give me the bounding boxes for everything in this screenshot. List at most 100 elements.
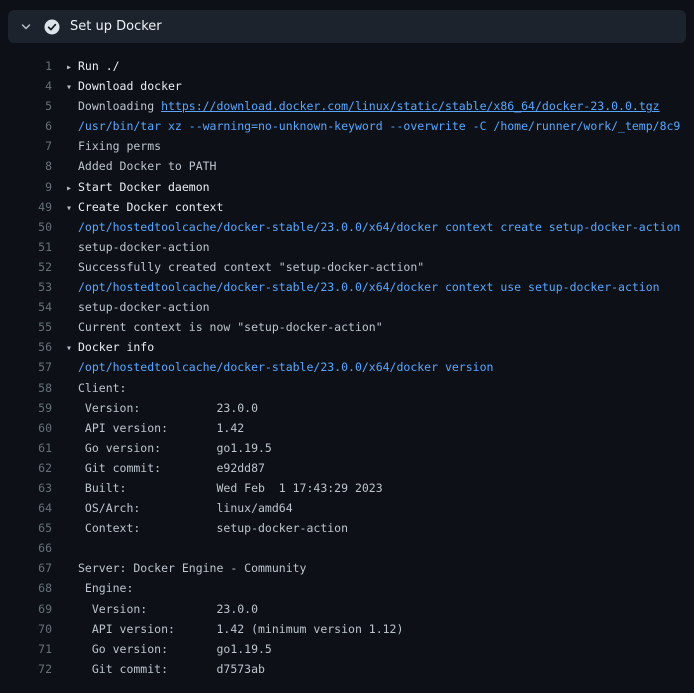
log-row: 68 Engine: bbox=[0, 578, 694, 598]
log-group: ▾Download docker bbox=[66, 76, 182, 96]
log-row[interactable]: 56 ▾Docker info bbox=[0, 337, 694, 357]
log-text: OS/Arch: linux/amd64 bbox=[66, 498, 293, 518]
log-text: Added Docker to PATH bbox=[66, 156, 216, 176]
log-row: 57/opt/hostedtoolcache/docker-stable/23.… bbox=[0, 357, 694, 377]
log-text: setup-docker-action bbox=[66, 237, 210, 257]
line-number[interactable]: 52 bbox=[0, 257, 52, 277]
log-row: 69 Version: 23.0.0 bbox=[0, 599, 694, 619]
line-number[interactable]: 54 bbox=[0, 297, 52, 317]
step-header[interactable]: Set up Docker bbox=[8, 10, 686, 43]
log-group-title: Download docker bbox=[78, 79, 182, 93]
log-row[interactable]: 4 ▾Download docker bbox=[0, 76, 694, 96]
line-number[interactable]: 4 bbox=[0, 76, 52, 96]
line-number[interactable]: 67 bbox=[0, 558, 52, 578]
log-command-text: /usr/bin/tar xz --warning=no-unknown-key… bbox=[66, 116, 680, 136]
log-row: 5 Downloading https://download.docker.com… bbox=[0, 96, 694, 116]
line-number[interactable]: 71 bbox=[0, 639, 52, 659]
check-circle-icon bbox=[44, 19, 60, 35]
log-text: Version: 23.0.0 bbox=[66, 599, 258, 619]
log-text: Go version: go1.19.5 bbox=[66, 438, 272, 458]
log-text: Current context is now "setup-docker-act… bbox=[66, 317, 383, 337]
log-command-text: /opt/hostedtoolcache/docker-stable/23.0.… bbox=[66, 357, 493, 377]
line-number[interactable]: 58 bbox=[0, 378, 52, 398]
log-text: Go version: go1.19.5 bbox=[66, 639, 272, 659]
log-url-link[interactable]: https://download.docker.com/linux/static… bbox=[161, 99, 660, 113]
line-number[interactable]: 51 bbox=[0, 237, 52, 257]
line-number[interactable]: 59 bbox=[0, 398, 52, 418]
log-group: ▾Create Docker context bbox=[66, 197, 223, 217]
log-row[interactable]: 1▸Run ./ bbox=[0, 56, 694, 76]
log-text: Downloading bbox=[78, 99, 161, 113]
line-number[interactable]: 9 bbox=[0, 177, 52, 197]
line-number[interactable]: 68 bbox=[0, 578, 52, 598]
line-number[interactable]: 8 bbox=[0, 156, 52, 176]
log-text: Built: Wed Feb 1 17:43:29 2023 bbox=[66, 478, 383, 498]
log-row: 54 setup-docker-action bbox=[0, 297, 694, 317]
line-number[interactable]: 53 bbox=[0, 277, 52, 297]
log-text: Version: 23.0.0 bbox=[66, 398, 258, 418]
log-text: Fixing perms bbox=[66, 136, 161, 156]
step-title: Set up Docker bbox=[70, 19, 162, 34]
line-number[interactable]: 64 bbox=[0, 498, 52, 518]
log-text: API version: 1.42 bbox=[66, 418, 244, 438]
line-number[interactable]: 56 bbox=[0, 337, 52, 357]
log-text: API version: 1.42 (minimum version 1.12) bbox=[66, 619, 403, 639]
log-text: setup-docker-action bbox=[66, 297, 210, 317]
log-text: Client: bbox=[66, 378, 126, 398]
log-group-title: Docker info bbox=[78, 340, 154, 354]
line-number[interactable]: 1 bbox=[0, 56, 52, 76]
line-number[interactable]: 7 bbox=[0, 136, 52, 156]
log-group: ▸Start Docker daemon bbox=[66, 177, 210, 197]
log-group-title: Create Docker context bbox=[78, 200, 223, 214]
line-number[interactable]: 50 bbox=[0, 217, 52, 237]
chevron-right-icon: ▸ bbox=[66, 179, 78, 197]
line-number[interactable]: 62 bbox=[0, 458, 52, 478]
line-number[interactable]: 69 bbox=[0, 599, 52, 619]
log-row: 55 Current context is now "setup-docker-a… bbox=[0, 317, 694, 337]
log-group: ▾Docker info bbox=[66, 337, 154, 357]
line-number[interactable]: 49 bbox=[0, 197, 52, 217]
log-row: 63 Built: Wed Feb 1 17:43:29 2023 bbox=[0, 478, 694, 498]
log-text: Downloading https://download.docker.com/… bbox=[66, 96, 660, 116]
log-row: 51 setup-docker-action bbox=[0, 237, 694, 257]
line-number[interactable]: 70 bbox=[0, 619, 52, 639]
log-row: 65 Context: setup-docker-action bbox=[0, 518, 694, 538]
line-number[interactable]: 65 bbox=[0, 518, 52, 538]
line-number[interactable]: 55 bbox=[0, 317, 52, 337]
line-number[interactable]: 60 bbox=[0, 418, 52, 438]
log-row: 60 API version: 1.42 bbox=[0, 418, 694, 438]
line-number[interactable]: 57 bbox=[0, 357, 52, 377]
log-text bbox=[66, 538, 78, 558]
line-number[interactable]: 6 bbox=[0, 116, 52, 136]
log-row: 50/opt/hostedtoolcache/docker-stable/23.… bbox=[0, 217, 694, 237]
log-text: Engine: bbox=[66, 578, 133, 598]
line-number[interactable]: 63 bbox=[0, 478, 52, 498]
log-row[interactable]: 9 ▸Start Docker daemon bbox=[0, 177, 694, 197]
log-row: 58 Client: bbox=[0, 378, 694, 398]
log-row: 53/opt/hostedtoolcache/docker-stable/23.… bbox=[0, 277, 694, 297]
chevron-down-icon: ▾ bbox=[66, 199, 78, 217]
log-row: 70 API version: 1.42 (minimum version 1.… bbox=[0, 619, 694, 639]
log-row: 66 bbox=[0, 538, 694, 558]
log-group-title: Start Docker daemon bbox=[78, 180, 210, 194]
log-row: 52 Successfully created context "setup-do… bbox=[0, 257, 694, 277]
log-row: 64 OS/Arch: linux/amd64 bbox=[0, 498, 694, 518]
line-number[interactable]: 72 bbox=[0, 659, 52, 679]
line-number[interactable]: 66 bbox=[0, 538, 52, 558]
log-row: 61 Go version: go1.19.5 bbox=[0, 438, 694, 458]
chevron-down-icon: ▾ bbox=[66, 339, 78, 357]
chevron-right-icon: ▸ bbox=[66, 58, 78, 76]
line-number[interactable]: 61 bbox=[0, 438, 52, 458]
log-command-text: /opt/hostedtoolcache/docker-stable/23.0.… bbox=[66, 217, 680, 237]
line-number[interactable]: 5 bbox=[0, 96, 52, 116]
log-row: 62 Git commit: e92dd87 bbox=[0, 458, 694, 478]
log-text: Context: setup-docker-action bbox=[66, 518, 348, 538]
log-text: Successfully created context "setup-dock… bbox=[66, 257, 424, 277]
log-row: 8 Added Docker to PATH bbox=[0, 156, 694, 176]
chevron-down-icon bbox=[20, 21, 32, 33]
log-console: 1▸Run ./4▾Download docker5Downloading ht… bbox=[0, 43, 694, 679]
log-text: Git commit: d7573ab bbox=[66, 659, 265, 679]
log-text: Server: Docker Engine - Community bbox=[66, 558, 306, 578]
log-row: 59 Version: 23.0.0 bbox=[0, 398, 694, 418]
log-row[interactable]: 49 ▾Create Docker context bbox=[0, 197, 694, 217]
